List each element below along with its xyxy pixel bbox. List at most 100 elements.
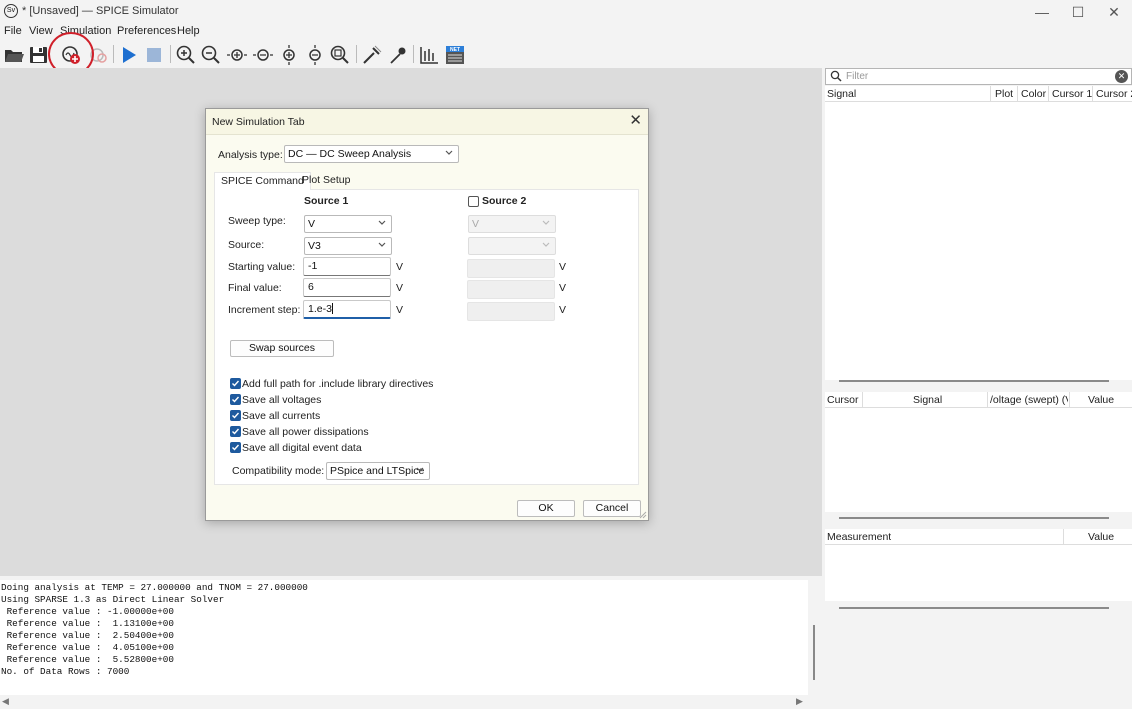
- increment-step-label: Increment step:: [228, 304, 301, 316]
- option-checkbox[interactable]: [230, 394, 241, 405]
- tab-plot-setup[interactable]: Plot Setup: [296, 172, 356, 190]
- resize-grip-icon[interactable]: [639, 511, 647, 519]
- menu-preferences[interactable]: Preferences: [117, 25, 176, 37]
- menu-file[interactable]: File: [4, 25, 22, 37]
- starting-value-input-2[interactable]: [467, 259, 555, 278]
- zoom-out-icon[interactable]: [200, 44, 222, 66]
- cursors-horizontal-scrollbar[interactable]: [839, 517, 1109, 519]
- toolbar-separator: [356, 45, 357, 63]
- chevron-down-icon: [416, 467, 424, 472]
- column-cursor-1[interactable]: Cursor 1: [1052, 88, 1092, 100]
- final-value-input-1[interactable]: 6: [303, 278, 391, 297]
- measurements-horizontal-scrollbar[interactable]: [839, 607, 1109, 609]
- scroll-right-arrow[interactable]: ▶: [796, 696, 803, 707]
- column-divider: [1092, 86, 1093, 102]
- option-label[interactable]: Save all power dissipations: [242, 426, 369, 438]
- zoom-in-icon[interactable]: [175, 44, 197, 66]
- column-color[interactable]: Color: [1021, 88, 1046, 100]
- chevron-down-icon: [378, 242, 386, 247]
- measurements-list[interactable]: [825, 545, 1132, 601]
- increment-step-unit-2: V: [559, 304, 567, 316]
- column-cursor-value[interactable]: Value: [1088, 394, 1114, 406]
- maximize-button[interactable]: ☐: [1060, 1, 1096, 23]
- column-plot[interactable]: Plot: [995, 88, 1013, 100]
- column-divider: [1069, 392, 1070, 408]
- stop-icon[interactable]: [143, 44, 165, 66]
- source-2-header: Source 2: [482, 195, 527, 207]
- spice-command-panel: [214, 189, 639, 485]
- option-label[interactable]: Save all voltages: [242, 394, 321, 406]
- filter-input[interactable]: [846, 70, 1106, 83]
- console-line: Reference value : -1.00000e+00: [1, 606, 174, 617]
- option-checkbox[interactable]: [230, 378, 241, 389]
- signals-list[interactable]: [825, 102, 1132, 380]
- run-icon[interactable]: [118, 44, 140, 66]
- chevron-down-icon: [542, 242, 550, 247]
- compatibility-mode-select[interactable]: PSpice and LTSpice: [326, 462, 430, 480]
- checkmark-icon: [232, 412, 240, 419]
- search-icon: [830, 70, 842, 82]
- signals-horizontal-scrollbar[interactable]: [839, 380, 1109, 382]
- final-value-input-2[interactable]: [467, 280, 555, 299]
- column-voltage-swept[interactable]: /oltage (swept) (V: [990, 394, 1068, 406]
- menu-help[interactable]: Help: [177, 25, 200, 37]
- starting-value-input-1[interactable]: -1: [303, 257, 391, 276]
- option-checkbox[interactable]: [230, 410, 241, 421]
- zoom-out-horizontal-icon[interactable]: [252, 44, 274, 66]
- console-horizontal-scrollbar[interactable]: ◀ ▶: [0, 695, 808, 709]
- column-measurement[interactable]: Measurement: [827, 531, 891, 543]
- analysis-type-label: Analysis type:: [218, 149, 283, 161]
- increment-step-input-2[interactable]: [467, 302, 555, 321]
- ok-button[interactable]: OK: [517, 500, 575, 517]
- source-value-1: V3: [308, 240, 321, 252]
- starting-value-label: Starting value:: [228, 261, 296, 273]
- increment-step-input-1[interactable]: 1.e-3: [303, 300, 391, 319]
- close-window-button[interactable]: ✕: [1096, 1, 1132, 23]
- column-measurement-value[interactable]: Value: [1088, 531, 1114, 543]
- option-checkbox[interactable]: [230, 426, 241, 437]
- sweep-type-select-2[interactable]: V: [468, 215, 556, 233]
- minimize-button[interactable]: —: [1024, 1, 1060, 23]
- save-icon[interactable]: [28, 44, 50, 66]
- option-label[interactable]: Save all currents: [242, 410, 320, 422]
- zoom-full-icon[interactable]: [329, 44, 351, 66]
- checkmark-icon: [232, 396, 240, 403]
- cursors-list[interactable]: [825, 408, 1132, 512]
- netlist-icon[interactable]: NET: [444, 44, 466, 66]
- clear-filter-icon[interactable]: ✕: [1115, 70, 1128, 83]
- zoom-out-vertical-icon[interactable]: [304, 44, 326, 66]
- option-label[interactable]: Save all digital event data: [242, 442, 362, 454]
- swap-sources-button[interactable]: Swap sources: [230, 340, 334, 357]
- console-line: Reference value : 5.52800e+00: [1, 654, 174, 665]
- final-value-unit-1: V: [396, 282, 404, 294]
- dialog-close-icon[interactable]: ✕: [629, 113, 642, 128]
- console-scroll-thumb[interactable]: [813, 625, 815, 680]
- text-caret: [331, 303, 333, 314]
- menu-view[interactable]: View: [29, 25, 53, 37]
- analysis-type-select[interactable]: DC — DC Sweep Analysis: [284, 145, 459, 163]
- cancel-button[interactable]: Cancel: [583, 500, 641, 517]
- signal-filter[interactable]: ✕: [825, 68, 1132, 85]
- column-signal[interactable]: Signal: [827, 88, 856, 100]
- console-vertical-scrollbar[interactable]: [808, 580, 822, 695]
- zoom-in-vertical-icon[interactable]: [278, 44, 300, 66]
- sweep-type-select-1[interactable]: V: [304, 215, 392, 233]
- compatibility-mode-label: Compatibility mode:: [232, 465, 325, 477]
- source-2-checkbox[interactable]: [468, 196, 479, 207]
- probe-icon[interactable]: [361, 44, 383, 66]
- toolbar-separator: [413, 45, 414, 63]
- console-output: Doing analysis at TEMP = 27.000000 and T…: [0, 580, 808, 695]
- source-select-2[interactable]: [468, 237, 556, 255]
- measurements-icon[interactable]: [418, 44, 440, 66]
- column-cursor[interactable]: Cursor: [827, 394, 859, 406]
- tune-icon[interactable]: [387, 44, 409, 66]
- option-label[interactable]: Add full path for .include library direc…: [242, 378, 433, 390]
- zoom-in-horizontal-icon[interactable]: [226, 44, 248, 66]
- open-folder-icon[interactable]: [3, 44, 25, 66]
- scroll-left-arrow[interactable]: ◀: [2, 696, 9, 707]
- source-select-1[interactable]: V3: [304, 237, 392, 255]
- compatibility-mode-value: PSpice and LTSpice: [330, 465, 425, 477]
- column-cursor-2[interactable]: Cursor 2: [1096, 88, 1132, 100]
- column-cursor-signal[interactable]: Signal: [913, 394, 942, 406]
- option-checkbox[interactable]: [230, 442, 241, 453]
